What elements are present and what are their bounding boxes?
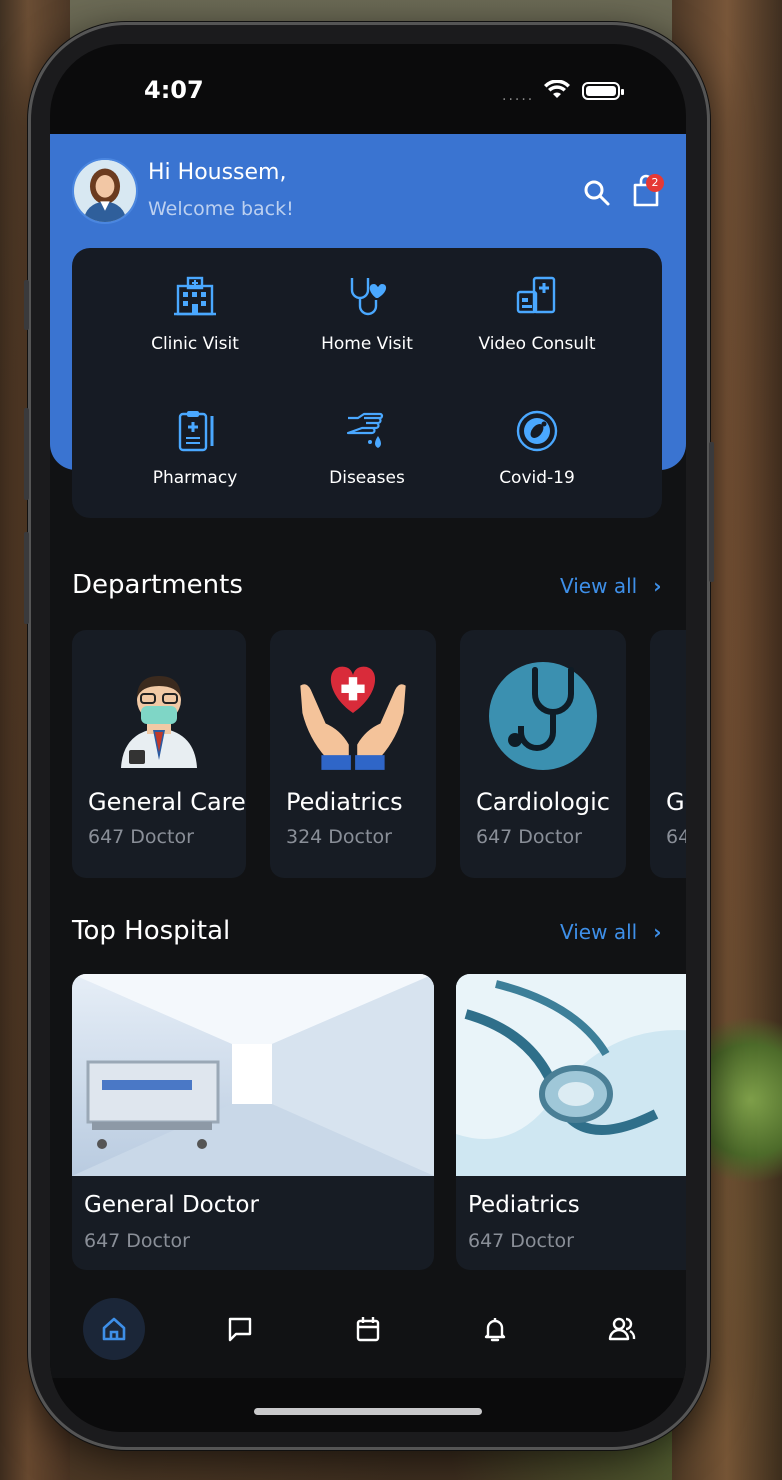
department-count: 647 Doctor bbox=[88, 826, 194, 848]
avatar[interactable] bbox=[72, 158, 138, 224]
virus-icon bbox=[516, 410, 558, 452]
service-clinic-visit[interactable]: Clinic Visit bbox=[110, 274, 280, 354]
department-card[interactable]: Pediatrics 324 Doctor bbox=[270, 630, 436, 878]
service-label: Pharmacy bbox=[152, 468, 238, 488]
status-bar: 4:07 ..... bbox=[50, 44, 686, 134]
department-name: General Care bbox=[88, 788, 246, 816]
stethoscope-illustration bbox=[489, 662, 597, 770]
hand-drop-icon bbox=[346, 412, 384, 448]
hospital-count: 647 Doctor bbox=[468, 1230, 574, 1252]
clipboard-medical-icon bbox=[178, 411, 214, 452]
top-hospital-title: Top Hospital bbox=[72, 916, 231, 946]
department-card[interactable]: General Care 647 Doctor bbox=[72, 630, 246, 878]
department-count: 64 bbox=[666, 826, 686, 848]
top-hospital-view-all[interactable]: View all › bbox=[560, 920, 661, 944]
hospital-card[interactable]: General Doctor 647 Doctor bbox=[72, 974, 434, 1270]
nav-calendar[interactable] bbox=[337, 1298, 399, 1360]
hospital-card[interactable]: Pediatrics 647 Doctor bbox=[456, 974, 686, 1270]
doctor-illustration bbox=[121, 676, 197, 768]
phone-screen: 4:07 ..... Hi Houssem, Welcome back! 2 C… bbox=[50, 44, 686, 1432]
video-consult-icon bbox=[516, 276, 556, 314]
view-all-label: View all bbox=[560, 574, 638, 598]
department-name: Ge bbox=[666, 788, 686, 816]
chevron-right-icon: › bbox=[653, 920, 662, 944]
services-panel: Clinic Visit Home Visit Video Consult Ph… bbox=[72, 248, 662, 518]
department-name: Cardiologic bbox=[476, 788, 610, 816]
service-home-visit[interactable]: Home Visit bbox=[282, 274, 452, 354]
hospital-count: 647 Doctor bbox=[84, 1230, 190, 1252]
bottom-navigation bbox=[50, 1282, 686, 1378]
department-card[interactable]: Ge 64 bbox=[650, 630, 686, 878]
service-label: Video Consult bbox=[478, 334, 596, 354]
cart-badge: 2 bbox=[646, 174, 664, 192]
signal-icon: ..... bbox=[502, 88, 535, 104]
volume-down-button bbox=[24, 532, 29, 624]
nav-chat[interactable] bbox=[209, 1298, 271, 1360]
service-pharmacy[interactable]: Pharmacy bbox=[110, 408, 280, 488]
status-time: 4:07 bbox=[144, 76, 204, 104]
hospital-carousel[interactable]: General Doctor 647 Doctor Pediatrics 647… bbox=[72, 974, 686, 1272]
department-name: Pediatrics bbox=[286, 788, 403, 816]
foliage bbox=[702, 1000, 782, 1200]
service-label: Clinic Visit bbox=[151, 334, 239, 354]
hospital-name: General Doctor bbox=[84, 1192, 259, 1218]
home-indicator-area bbox=[50, 1378, 686, 1432]
departments-carousel[interactable]: General Care 647 Doctor Pediatrics 324 D… bbox=[72, 630, 686, 878]
service-label: Covid-19 bbox=[499, 468, 575, 488]
nav-notifications[interactable] bbox=[464, 1298, 526, 1360]
service-label: Home Visit bbox=[321, 334, 413, 354]
volume-up-button bbox=[24, 408, 29, 500]
nav-home[interactable] bbox=[83, 1298, 145, 1360]
view-all-label: View all bbox=[560, 920, 638, 944]
users-icon bbox=[608, 1317, 636, 1341]
chevron-right-icon: › bbox=[653, 574, 662, 598]
bell-icon bbox=[484, 1318, 506, 1342]
service-diseases[interactable]: Diseases bbox=[282, 408, 452, 488]
power-button bbox=[709, 442, 714, 582]
hospital-building-icon bbox=[174, 276, 216, 316]
service-video-consult[interactable]: Video Consult bbox=[452, 274, 622, 354]
greeting-text: Hi Houssem, bbox=[148, 160, 287, 185]
avatar-image bbox=[74, 160, 136, 222]
department-card[interactable]: Cardiologic 647 Doctor bbox=[460, 630, 626, 878]
wifi-icon bbox=[544, 80, 570, 98]
departments-title: Departments bbox=[72, 570, 243, 600]
nav-profile[interactable] bbox=[591, 1298, 653, 1360]
service-label: Diseases bbox=[329, 468, 405, 488]
mute-switch bbox=[24, 280, 29, 330]
department-count: 324 Doctor bbox=[286, 826, 392, 848]
departments-view-all[interactable]: View all › bbox=[560, 574, 661, 598]
search-icon[interactable] bbox=[582, 178, 612, 208]
home-indicator[interactable] bbox=[254, 1408, 482, 1415]
app-content: Hi Houssem, Welcome back! 2 Clinic Visit… bbox=[50, 134, 686, 1378]
home-icon bbox=[102, 1317, 126, 1341]
hospital-name: Pediatrics bbox=[468, 1192, 580, 1218]
hospital-corridor-image bbox=[72, 974, 434, 1176]
stethoscope-heart-icon bbox=[350, 278, 387, 316]
hands-heart-illustration bbox=[300, 666, 406, 770]
service-covid-19[interactable]: Covid-19 bbox=[452, 408, 622, 488]
battery-icon bbox=[582, 82, 624, 100]
stethoscope-photo-image bbox=[456, 974, 686, 1176]
department-count: 647 Doctor bbox=[476, 826, 582, 848]
chat-icon bbox=[228, 1317, 252, 1342]
calendar-icon bbox=[356, 1317, 380, 1342]
welcome-text: Welcome back! bbox=[148, 198, 294, 220]
